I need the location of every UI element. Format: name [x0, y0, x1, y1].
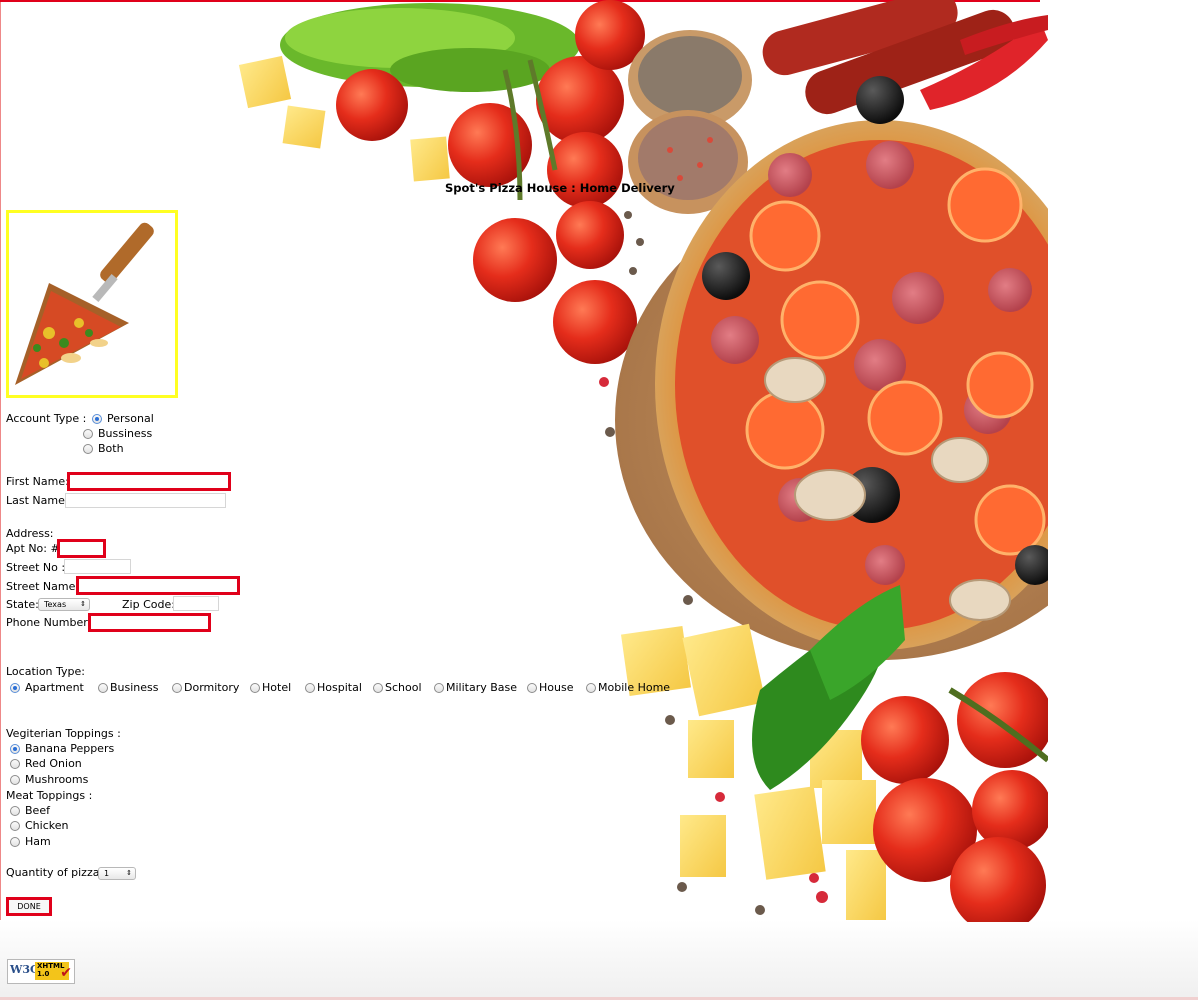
veg-toppings-label: Vegiterian Toppings :: [6, 727, 121, 740]
first-name-input[interactable]: [67, 472, 231, 491]
veg-mushrooms-radio[interactable]: [10, 775, 20, 785]
meat-ham-radio[interactable]: [10, 837, 20, 847]
footer-background: [0, 920, 1198, 1000]
last-name-input[interactable]: [65, 493, 226, 508]
account-type-business-label: Bussiness: [98, 427, 153, 440]
done-button[interactable]: DONE: [6, 897, 52, 916]
location-business-label: Business: [110, 681, 159, 694]
quantity-select-value: 1: [104, 869, 110, 878]
xhtml-label-line2: 1.0: [37, 970, 50, 978]
street-name-input[interactable]: [76, 576, 240, 595]
food-background-image: [238, 0, 1048, 922]
first-name-label: First Name:: [6, 475, 69, 488]
veg-banana-peppers-radio[interactable]: [10, 744, 20, 754]
apt-no-label: Apt No: #: [6, 542, 60, 555]
location-hotel-radio[interactable]: [250, 683, 260, 693]
account-type-personal-label: Personal: [107, 412, 154, 425]
apt-no-input[interactable]: [57, 539, 106, 558]
location-apartment-label: Apartment: [25, 681, 84, 694]
location-military-base-label: Military Base: [446, 681, 518, 694]
location-business-radio[interactable]: [98, 683, 108, 693]
quantity-select[interactable]: 1 ⇕: [98, 867, 136, 880]
location-hospital-label: Hospital: [317, 681, 362, 694]
select-arrows-icon: ⇕: [126, 869, 132, 877]
location-hospital-radio[interactable]: [305, 683, 315, 693]
checkmark-icon: ✔: [60, 965, 72, 981]
state-label: State:: [6, 598, 39, 611]
location-dormitory-label: Dormitory: [184, 681, 240, 694]
state-select[interactable]: Texas ⇕: [38, 598, 90, 611]
account-type-label: Account Type :: [6, 412, 87, 425]
meat-toppings-label: Meat Toppings :: [6, 789, 93, 802]
pizza-slice-image: [6, 210, 178, 398]
street-name-label: Street Name:: [6, 580, 80, 593]
account-type-both-radio[interactable]: [83, 444, 93, 454]
location-type-label: Location Type:: [6, 665, 85, 678]
location-mobile-home-radio[interactable]: [586, 683, 596, 693]
location-school-radio[interactable]: [373, 683, 383, 693]
location-school-label: School: [385, 681, 422, 694]
location-dormitory-radio[interactable]: [172, 683, 182, 693]
location-hotel-label: Hotel: [262, 681, 292, 694]
street-no-input[interactable]: [64, 559, 131, 574]
account-type-both-label: Both: [98, 442, 124, 455]
quantity-label: Quantity of pizzas: [6, 866, 106, 879]
account-type-business-radio[interactable]: [83, 429, 93, 439]
veg-red-onion-radio[interactable]: [10, 759, 20, 769]
state-select-value: Texas: [44, 600, 67, 609]
veg-banana-peppers-label: Banana Peppers: [25, 742, 115, 755]
page-title: Spot's Pizza House : Home Delivery: [445, 181, 675, 195]
location-apartment-radio[interactable]: [10, 683, 20, 693]
meat-chicken-label: Chicken: [25, 819, 69, 832]
account-type-personal-radio[interactable]: [92, 414, 102, 424]
meat-ham-label: Ham: [25, 835, 51, 848]
phone-number-input[interactable]: [88, 613, 211, 632]
veg-mushrooms-label: Mushrooms: [25, 773, 89, 786]
address-heading: Address:: [6, 527, 54, 540]
veg-red-onion-label: Red Onion: [25, 757, 82, 770]
street-no-label: Street No :: [6, 561, 66, 574]
location-military-base-radio[interactable]: [434, 683, 444, 693]
zip-code-label: Zip Code:: [122, 598, 175, 611]
meat-beef-radio[interactable]: [10, 806, 20, 816]
phone-number-label: Phone Number:: [6, 616, 92, 629]
location-house-radio[interactable]: [527, 683, 537, 693]
select-arrows-icon: ⇕: [80, 600, 86, 608]
location-mobile-home-label: Mobile Home: [598, 681, 671, 694]
location-house-label: House: [539, 681, 574, 694]
pizza-server-icon: [15, 222, 154, 385]
last-name-label: Last Name:: [6, 494, 69, 507]
meat-chicken-radio[interactable]: [10, 821, 20, 831]
meat-beef-label: Beef: [25, 804, 50, 817]
w3c-xhtml-badge[interactable]: W3C XHTML 1.0 ✔: [7, 959, 75, 984]
zip-code-input[interactable]: [173, 596, 219, 611]
